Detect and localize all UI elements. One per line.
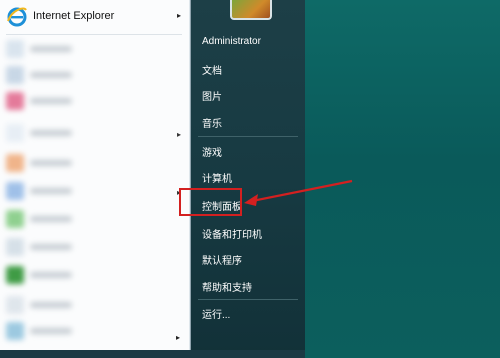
recent-program-item[interactable] [6, 154, 76, 172]
recent-program-item[interactable] [6, 210, 76, 228]
places-item-computer[interactable]: 计算机 [202, 170, 232, 185]
places-item-documents[interactable]: 文档 [202, 62, 222, 77]
program-label [30, 328, 72, 334]
places-item-pictures[interactable]: 图片 [202, 88, 222, 103]
recent-program-item[interactable] [6, 124, 76, 142]
program-icon [6, 238, 24, 256]
programs-pane: Internet Explorer ▸ ▸ ▸ ▸ [0, 0, 191, 350]
pinned-item-internet-explorer[interactable]: Internet Explorer ▸ [0, 0, 190, 33]
program-label [30, 302, 72, 308]
places-item-default-programs[interactable]: 默认程序 [202, 252, 242, 267]
program-icon [6, 296, 24, 314]
places-item-devices-printers[interactable]: 设备和打印机 [202, 226, 262, 241]
program-label [30, 46, 72, 52]
program-label [30, 216, 72, 222]
program-icon [6, 322, 24, 340]
jumplist-arrow[interactable]: ▸ [177, 11, 181, 20]
user-avatar[interactable] [230, 0, 272, 20]
places-item-games[interactable]: 游戏 [202, 144, 222, 159]
start-menu-bottom-bar [0, 350, 305, 358]
program-label [30, 130, 72, 136]
places-separator [198, 299, 298, 300]
program-label [30, 72, 72, 78]
program-icon [6, 92, 24, 110]
program-icon [6, 266, 24, 284]
highlight-box [179, 188, 242, 216]
internet-explorer-label: Internet Explorer [33, 10, 115, 22]
program-icon [6, 154, 24, 172]
all-programs-item[interactable] [6, 322, 76, 340]
places-item-run[interactable]: 运行... [202, 306, 230, 321]
recent-program-item[interactable] [6, 66, 76, 84]
recent-program-item[interactable] [6, 40, 76, 58]
program-icon [6, 124, 24, 142]
recent-program-item[interactable] [6, 266, 76, 284]
program-label [30, 272, 72, 278]
program-icon [6, 66, 24, 84]
program-icon [6, 40, 24, 58]
internet-explorer-icon [7, 7, 27, 27]
places-item-administrator[interactable]: Administrator [202, 36, 261, 47]
program-label [30, 244, 72, 250]
program-label [30, 160, 72, 166]
places-separator [198, 136, 298, 137]
program-icon [6, 210, 24, 228]
recent-program-item[interactable] [6, 296, 76, 314]
submenu-arrow[interactable]: ▸ [177, 130, 181, 139]
recent-program-item[interactable] [6, 92, 76, 110]
all-programs-arrow[interactable]: ▸ [176, 333, 180, 342]
annotation-arrow-icon [244, 179, 353, 206]
recent-program-item[interactable] [6, 182, 76, 200]
program-icon [6, 182, 24, 200]
places-item-help-support[interactable]: 帮助和支持 [202, 279, 252, 294]
program-label [30, 188, 72, 194]
pinned-separator [6, 34, 182, 35]
places-item-music[interactable]: 音乐 [202, 115, 222, 130]
program-label [30, 98, 72, 104]
recent-program-item[interactable] [6, 238, 76, 256]
